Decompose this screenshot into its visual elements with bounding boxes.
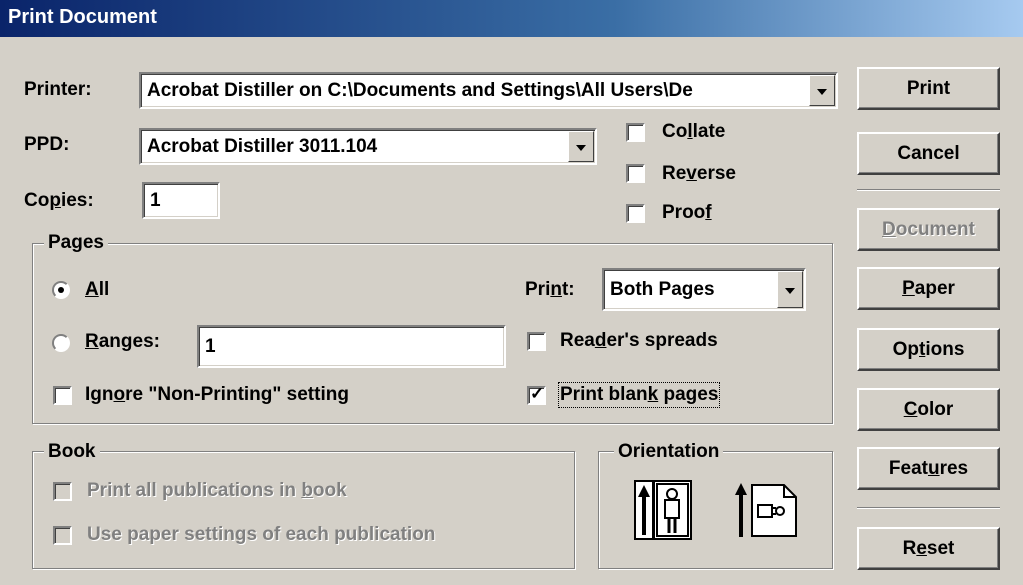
ppd-label: PPD:: [24, 134, 70, 155]
collate-label[interactable]: Collate: [662, 121, 725, 143]
ignore-nonprinting-label[interactable]: Ignore "Non-Printing" setting: [85, 384, 349, 406]
radio-dot: [58, 287, 64, 293]
copies-value: 1: [150, 189, 161, 211]
printer-label: Printer:: [24, 79, 92, 100]
checkmark-icon: ✓: [530, 384, 545, 403]
proof-checkbox[interactable]: [626, 204, 645, 223]
color-button[interactable]: Color: [857, 388, 1000, 431]
all-radio[interactable]: [52, 281, 70, 299]
ranges-input[interactable]: 1: [197, 325, 506, 368]
print-blank-pages-checkbox[interactable]: ✓: [527, 384, 546, 405]
all-label[interactable]: All: [85, 279, 109, 301]
proof-label[interactable]: Proof: [662, 202, 712, 224]
readers-spreads-label[interactable]: Reader's spreads: [560, 330, 718, 352]
use-paper-settings-checkbox[interactable]: [53, 526, 72, 545]
book-group: [32, 451, 575, 569]
button-separator: [857, 189, 1000, 191]
title-bar[interactable]: Print Document: [0, 0, 1023, 37]
copies-label: Copies:: [24, 190, 94, 211]
button-separator: [857, 507, 1000, 509]
use-paper-settings-label: Use paper settings of each publication: [87, 524, 436, 545]
printer-select[interactable]: Acrobat Distiller on C:\Documents and Se…: [139, 72, 838, 109]
options-button[interactable]: Op t ions: [857, 328, 1000, 371]
readers-spreads-checkbox[interactable]: [527, 332, 546, 351]
window-title: Print Document: [8, 6, 157, 28]
reverse-checkbox[interactable]: [626, 164, 645, 183]
reset-button[interactable]: Re set: [857, 527, 1000, 570]
print-all-publications-label: Print all publications in book: [87, 480, 347, 501]
document-button[interactable]: Document: [857, 208, 1000, 251]
print-button[interactable]: Print: [857, 67, 1000, 110]
chevron-down-icon[interactable]: [568, 131, 594, 162]
reverse-label[interactable]: Reverse: [662, 163, 736, 185]
print-all-publications-checkbox[interactable]: [53, 482, 72, 501]
print-blank-pages-label[interactable]: Print blank pages: [557, 382, 721, 408]
chevron-down-icon[interactable]: [809, 75, 835, 106]
ranges-value: 1: [205, 335, 216, 357]
printer-value: Acrobat Distiller on C:\Documents and Se…: [147, 79, 693, 101]
print-label: Print:: [525, 279, 575, 300]
copies-input[interactable]: 1: [142, 182, 220, 219]
cancel-button[interactable]: Cancel: [857, 132, 1000, 175]
landscape-orientation-icon[interactable]: [734, 481, 798, 539]
paper-button[interactable]: Paper: [857, 267, 1000, 310]
print-pages-value: Both Pages: [610, 278, 715, 300]
orientation-legend: Orientation: [614, 441, 724, 463]
ranges-label[interactable]: Ranges:: [85, 331, 160, 353]
ppd-value: Acrobat Distiller 3011.104: [147, 135, 378, 157]
print-pages-select[interactable]: Both Pages: [602, 268, 806, 311]
pages-legend: Pages: [44, 232, 108, 254]
features-button[interactable]: Feat u res: [857, 447, 1000, 490]
ignore-nonprinting-checkbox[interactable]: [53, 386, 72, 405]
ranges-radio[interactable]: [52, 334, 70, 352]
collate-checkbox[interactable]: [626, 123, 645, 142]
book-legend: Book: [44, 441, 100, 463]
chevron-down-icon[interactable]: [777, 271, 803, 308]
ppd-select[interactable]: Acrobat Distiller 3011.104: [139, 128, 597, 165]
portrait-orientation-icon[interactable]: [633, 479, 693, 541]
